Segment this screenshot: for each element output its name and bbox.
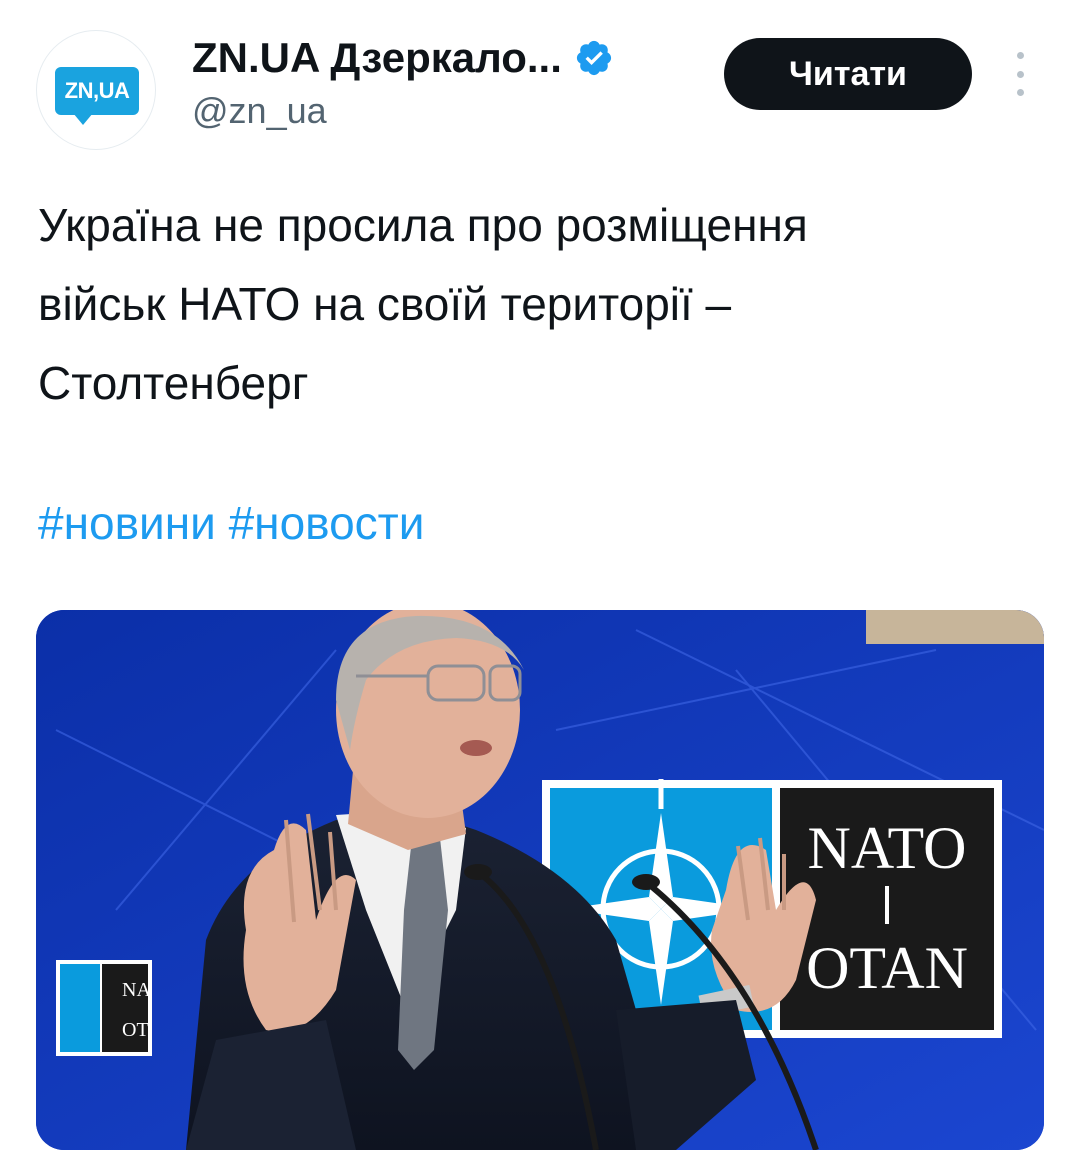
- sign-text-otan: OTAN: [806, 935, 968, 1001]
- tweet-media-photo[interactable]: NATO OTAN NA OT: [36, 610, 1044, 1150]
- hashtag-link[interactable]: #новини: [38, 497, 216, 549]
- tweet-text-line: військ НАТО на своїй території –: [38, 278, 732, 330]
- avatar-logo-tail: [73, 113, 93, 125]
- tweet-text-line: Україна не просила про розміщення: [38, 199, 808, 251]
- avatar-logo: ZN,UA: [55, 67, 139, 115]
- verified-badge-icon: [576, 40, 611, 76]
- side-sign-text-bottom: OT: [122, 1019, 149, 1041]
- tweet-header: ZN,UA ZN.UA Дзеркало... @zn_ua Читати: [0, 0, 1080, 170]
- avatar[interactable]: ZN,UA: [36, 30, 156, 150]
- more-dot: [1016, 52, 1024, 59]
- avatar-logo-text: ZN,UA: [64, 78, 130, 103]
- side-sign: NA OT: [56, 960, 152, 1056]
- read-button[interactable]: Читати: [724, 38, 972, 110]
- sign-text-nato: NATO: [808, 815, 967, 881]
- ceiling-beam: [866, 610, 1044, 644]
- more-options-icon[interactable]: [1000, 52, 1040, 96]
- hashtag-link[interactable]: #новости: [229, 497, 425, 549]
- photo-illustration: NATO OTAN NA OT: [36, 610, 1044, 1150]
- hashtags: #новини #новости: [38, 488, 424, 558]
- side-sign-text-top: NA: [122, 979, 151, 1001]
- name-row: ZN.UA Дзеркало...: [192, 34, 614, 82]
- display-name[interactable]: ZN.UA Дзеркало...: [192, 34, 562, 82]
- user-handle[interactable]: @zn_ua: [192, 90, 327, 132]
- more-dot: [1016, 89, 1024, 96]
- tweet-text: Україна не просила про розміщення військ…: [38, 186, 1048, 423]
- more-dot: [1016, 70, 1024, 78]
- tweet-text-line: Столтенберг: [38, 357, 309, 409]
